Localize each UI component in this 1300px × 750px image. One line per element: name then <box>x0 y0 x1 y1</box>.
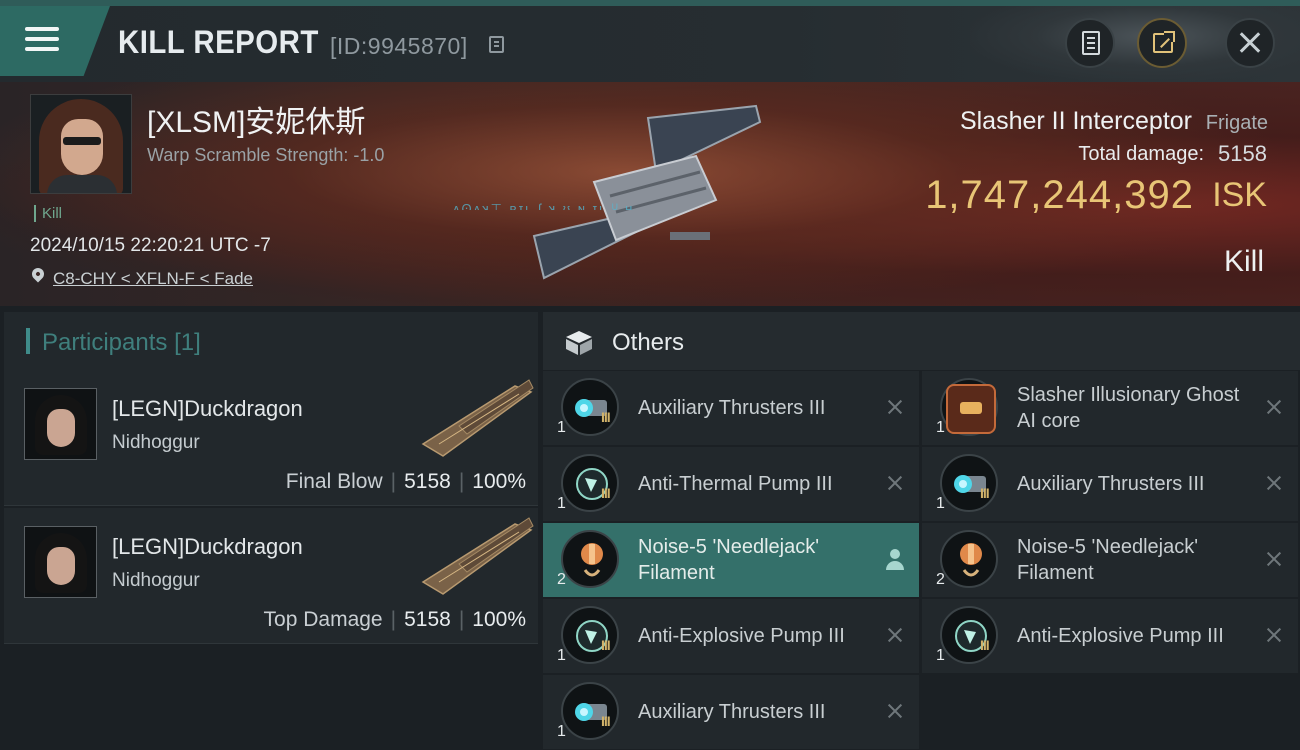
dismiss-icon[interactable] <box>885 625 905 645</box>
pilot-ship-image <box>421 517 534 595</box>
item-quantity: 1 <box>936 495 945 512</box>
isk-unit: ISK <box>1212 176 1267 214</box>
pump-icon <box>561 606 619 664</box>
dismiss-icon[interactable] <box>1264 473 1284 493</box>
report-id: [ID:9945870] <box>330 33 468 59</box>
participant-stats: Top Damage | 5158 | 100% <box>263 608 526 631</box>
pilot-name: [LEGN]Duckdragon <box>112 396 303 421</box>
victim-ship-image <box>532 104 762 280</box>
item-name: Slasher Illusionary Ghost AI core <box>1017 384 1240 432</box>
item-quantity: 1 <box>936 647 945 664</box>
close-icon <box>1227 20 1273 66</box>
item-row[interactable]: III 1 Anti-Thermal Pump III <box>543 447 919 521</box>
isk-value: 1,747,244,392 <box>925 173 1194 217</box>
dismiss-icon[interactable] <box>885 397 905 417</box>
header-bar: KILL REPORT [ID:9945870] <box>0 6 1300 82</box>
item-row-selected[interactable]: 2 Noise-5 'Needlejack' Filament <box>543 523 919 597</box>
pilot-avatar[interactable] <box>24 526 97 598</box>
clipboard-icon <box>1082 31 1100 55</box>
item-name: Anti-Explosive Pump III <box>1017 625 1224 647</box>
menu-button[interactable] <box>0 6 110 76</box>
item-name: Anti-Explosive Pump III <box>638 625 845 647</box>
dismiss-icon[interactable] <box>885 701 905 721</box>
pump-icon <box>561 454 619 512</box>
item-row[interactable]: III 1 Auxiliary Thrusters III <box>922 447 1298 521</box>
victim-name[interactable]: [XLSM]安妮休斯 <box>147 97 365 141</box>
item-name: Noise-5 'Needlejack' Filament <box>638 536 820 584</box>
item-row[interactable]: III 1 Anti-Explosive Pump III <box>922 599 1298 673</box>
pilot-ship: Nidhoggur <box>112 432 200 453</box>
dismiss-icon[interactable] <box>885 473 905 493</box>
participants-count: [1] <box>174 329 201 356</box>
others-panel: Others III 1 Auxiliary Thrusters III 1 S… <box>543 312 1300 750</box>
thruster-icon <box>940 454 998 512</box>
participant-role: Final Blow <box>285 470 383 493</box>
participant-damage: 5158 <box>404 608 451 631</box>
victim-ship-name: Slasher II Interceptor <box>959 107 1192 135</box>
share-button[interactable] <box>1137 18 1187 68</box>
total-damage-label: Total damage: <box>1078 143 1204 165</box>
ai-core-icon <box>940 378 998 436</box>
participant-stats: Final Blow | 5158 | 100% <box>285 470 526 493</box>
participant-role: Top Damage <box>263 608 383 631</box>
kill-result: Kill <box>1223 245 1264 278</box>
pilot-avatar[interactable] <box>24 388 97 460</box>
participant-damage: 5158 <box>404 470 451 493</box>
participant-percent: 100% <box>472 608 526 631</box>
participant-percent: 100% <box>472 470 526 493</box>
participant-row[interactable]: [LEGN]Duckdragon Nidhoggur Top Damage | 51… <box>4 508 538 644</box>
item-row[interactable]: 1 Slasher Illusionary Ghost AI core <box>922 371 1298 445</box>
item-row[interactable]: III 1 Anti-Explosive Pump III <box>543 599 919 673</box>
person-icon[interactable] <box>885 549 905 571</box>
item-name: Auxiliary Thrusters III <box>1017 473 1205 495</box>
others-title: Others <box>612 329 685 356</box>
victim-portrait[interactable] <box>30 94 132 194</box>
item-row[interactable]: III 1 Auxiliary Thrusters III <box>543 675 919 749</box>
thruster-icon <box>561 378 619 436</box>
pilot-ship-image <box>421 379 534 457</box>
kill-tag: Kill <box>34 205 62 222</box>
participant-row[interactable]: [LEGN]Duckdragon Nidhoggur Final Blow | 51… <box>4 370 538 506</box>
banner-ticker: ʌʘʌʞ⊤ ʀɪʟ ʃ ʞ ʊ ɴ ɪʟ ᵁ ʜ <box>453 202 635 210</box>
share-icon <box>1153 31 1175 53</box>
thruster-icon <box>561 682 619 740</box>
pilot-ship: Nidhoggur <box>112 570 200 591</box>
pump-icon <box>940 606 998 664</box>
item-row[interactable]: III 1 Auxiliary Thrusters III <box>543 371 919 445</box>
hamburger-icon <box>25 25 59 53</box>
others-header: Others <box>543 312 1300 370</box>
location-link[interactable]: C8-CHY < XFLN-F < Fade <box>53 269 253 289</box>
filament-icon <box>940 530 998 588</box>
dismiss-icon[interactable] <box>1264 549 1284 569</box>
copy-icon[interactable] <box>489 36 504 53</box>
item-quantity: 2 <box>936 571 945 588</box>
total-damage-value: 5158 <box>1218 141 1267 166</box>
item-name: Noise-5 'Needlejack' Filament <box>1017 536 1199 584</box>
item-name: Auxiliary Thrusters III <box>638 701 826 723</box>
page-title: KILL REPORT <box>118 24 319 60</box>
close-button[interactable] <box>1225 18 1275 68</box>
pilot-name: [LEGN]Duckdragon <box>112 534 303 559</box>
participants-header[interactable]: Participants [1] <box>4 312 538 370</box>
filament-icon <box>561 530 619 588</box>
item-quantity: 1 <box>936 419 945 436</box>
participants-title: Participants [1] <box>42 329 201 356</box>
item-quantity: 1 <box>557 419 566 436</box>
cube-icon <box>566 331 592 355</box>
item-quantity: 2 <box>557 571 566 588</box>
item-name: Anti-Thermal Pump III <box>638 473 833 495</box>
item-row[interactable]: 2 Noise-5 'Needlejack' Filament <box>922 523 1298 597</box>
item-name: Auxiliary Thrusters III <box>638 397 826 419</box>
item-quantity: 1 <box>557 723 566 740</box>
warp-scramble-strength: Warp Scramble Strength: -1.0 <box>147 145 385 165</box>
kill-datetime: 2024/10/15 22:20:21 UTC -7 <box>30 235 271 256</box>
item-quantity: 1 <box>557 495 566 512</box>
clipboard-button[interactable] <box>1065 18 1115 68</box>
item-quantity: 1 <box>557 647 566 664</box>
dismiss-icon[interactable] <box>1264 625 1284 645</box>
dismiss-icon[interactable] <box>1264 397 1284 417</box>
participants-panel: Participants [1] [LEGN]Duckdragon Nidhog… <box>0 306 538 750</box>
victim-ship-class: Frigate <box>1205 112 1268 134</box>
